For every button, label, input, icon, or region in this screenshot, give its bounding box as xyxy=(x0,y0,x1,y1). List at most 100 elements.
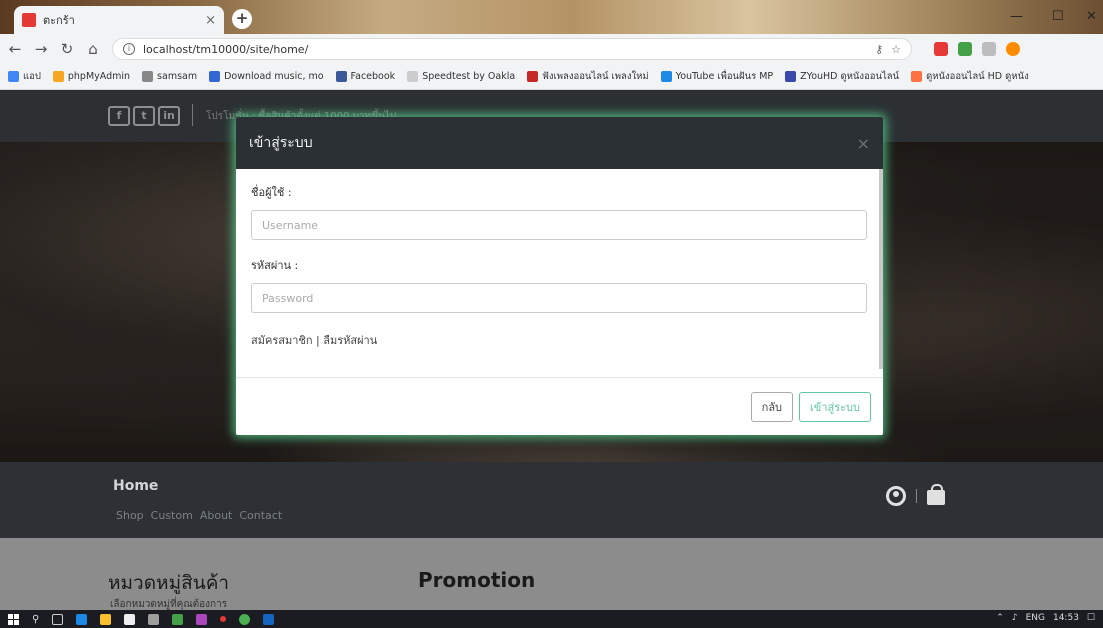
bookmark-label: samsam xyxy=(157,71,198,82)
bookmark-item[interactable]: Download music, mo xyxy=(209,71,324,82)
mail-icon[interactable] xyxy=(148,613,160,625)
bookmark-item[interactable]: Facebook xyxy=(335,71,396,82)
modal-title: เข้าสู่ระบบ xyxy=(249,135,313,151)
app-indicator-icon[interactable] xyxy=(220,616,227,622)
clock[interactable]: 14:53 xyxy=(1053,613,1079,623)
address-url: localhost/tm10000/site/home/ xyxy=(143,42,309,56)
new-tab-button[interactable]: + xyxy=(232,9,252,29)
reload-icon[interactable]: ↻ xyxy=(60,40,74,58)
password-input[interactable] xyxy=(251,283,867,313)
browser-tab[interactable]: ตะกร้า × xyxy=(14,6,224,34)
nav-icons xyxy=(886,484,945,506)
tab-close-icon[interactable]: × xyxy=(205,13,216,28)
category-title: หมวดหมู่สินค้า xyxy=(108,572,230,594)
bookmark-favicon-icon xyxy=(407,71,419,82)
back-arrow-icon[interactable]: ← xyxy=(8,40,22,58)
bookmark-favicon-icon xyxy=(52,71,64,82)
nav-about-link[interactable]: About xyxy=(200,509,233,522)
account-links: สมัครสมาชิก | ลืมรหัสผ่าน xyxy=(251,331,868,349)
maximize-icon[interactable]: ☐ xyxy=(1052,9,1064,24)
bookmark-label: ฟังเพลงออนไลน์ เพลงใหม่ xyxy=(542,71,649,82)
bookmark-favicon-icon xyxy=(335,71,347,82)
star-icon[interactable]: ☆ xyxy=(891,43,901,56)
bookmark-label: แอป xyxy=(23,71,41,82)
minimize-icon[interactable]: — xyxy=(1010,9,1023,24)
modal-body: ชื่อผู้ใช้ : รหัสผ่าน : สมัครสมาชิก | ลื… xyxy=(236,169,883,349)
user-account-icon[interactable] xyxy=(886,486,906,506)
login-button[interactable]: เข้าสู่ระบบ xyxy=(799,391,871,422)
tab-title: ตะกร้า xyxy=(43,14,75,27)
register-link[interactable]: สมัครสมาชิก xyxy=(251,334,313,347)
notification-icon[interactable]: ☐ xyxy=(1087,613,1095,623)
forward-arrow-icon[interactable]: → xyxy=(34,40,48,58)
language-indicator[interactable]: ENG xyxy=(1026,613,1045,623)
social-links: f t in xyxy=(108,106,180,126)
password-label: รหัสผ่าน : xyxy=(251,259,299,272)
modal-scrollbar[interactable] xyxy=(879,169,883,369)
extension-red-icon[interactable] xyxy=(934,42,948,56)
bookmark-label: Facebook xyxy=(350,71,396,82)
bookmark-item[interactable]: samsam xyxy=(142,71,197,82)
nav-links: Shop Custom About Contact xyxy=(116,509,282,522)
bookmark-item[interactable]: ZYouHD ดูหนังออนไลน์ xyxy=(785,69,899,84)
bookmarks-bar: แอป phpMyAdmin samsam Download music, mo Fac… xyxy=(0,64,1103,90)
info-icon[interactable]: i xyxy=(123,43,135,55)
modal-close-icon[interactable]: × xyxy=(857,134,870,153)
windows-taskbar: ⚲ ⌃ ♪ ENG 14:53 ☐ xyxy=(0,610,1103,628)
bookmark-item[interactable]: Speedtest by Oakla xyxy=(407,71,515,82)
bookmark-item[interactable]: ฟังเพลงออนไลน์ เพลงใหม่ xyxy=(527,69,649,84)
bookmark-favicon-icon xyxy=(8,71,19,82)
address-bar[interactable]: i localhost/tm10000/site/home/ ⚷ ☆ xyxy=(112,38,912,60)
facebook-icon[interactable]: f xyxy=(108,106,130,126)
nav-custom-link[interactable]: Custom xyxy=(151,509,193,522)
bookmark-label: ZYouHD ดูหนังออนไลน์ xyxy=(800,71,900,82)
topbar-divider xyxy=(192,104,193,126)
task-view-icon[interactable] xyxy=(52,613,64,625)
extensions xyxy=(934,42,1020,56)
bookmark-item[interactable]: YouTube เพื่อนฝันร MP xyxy=(660,69,773,84)
search-icon[interactable]: ⚲ xyxy=(32,614,39,625)
username-label: ชื่อผู้ใช้ : xyxy=(251,186,292,199)
file-explorer-icon[interactable] xyxy=(100,613,112,625)
linkedin-icon[interactable]: in xyxy=(158,106,180,126)
twitter-icon[interactable]: t xyxy=(133,106,155,126)
word-icon[interactable] xyxy=(263,613,275,625)
extension-grey-icon[interactable] xyxy=(982,42,996,56)
spreadsheet-app-icon[interactable] xyxy=(172,613,184,625)
nav-shop-link[interactable]: Shop xyxy=(116,509,144,522)
nav-icon-separator xyxy=(916,489,917,503)
bookmark-label: Download music, mo xyxy=(224,71,324,82)
forgot-password-link[interactable]: ลืมรหัสผ่าน xyxy=(323,334,377,347)
edge-browser-icon[interactable] xyxy=(76,613,88,625)
bookmark-label: Speedtest by Oakla xyxy=(422,71,516,82)
bookmark-favicon-icon xyxy=(911,71,923,82)
site-favicon-icon xyxy=(22,13,36,27)
bookmark-favicon-icon xyxy=(785,71,797,82)
system-tray: ⌃ ♪ ENG 14:53 ☐ xyxy=(996,613,1095,623)
nav-home-link[interactable]: Home xyxy=(113,478,158,494)
nav-contact-link[interactable]: Contact xyxy=(239,509,282,522)
network-icon[interactable]: ⌃ xyxy=(996,613,1004,623)
bookmark-item[interactable]: แอป xyxy=(8,69,41,84)
modal-footer: กลับ เข้าสู่ระบบ xyxy=(236,377,883,435)
close-window-icon[interactable]: ✕ xyxy=(1086,9,1097,24)
bookmark-item[interactable]: ดูหนังออนไลน์ HD ดูหนัง xyxy=(911,69,1029,84)
windows-start-icon[interactable] xyxy=(8,613,19,625)
bookmark-favicon-icon xyxy=(660,71,672,82)
bookmark-item[interactable]: phpMyAdmin xyxy=(52,71,130,82)
shopping-bag-icon[interactable] xyxy=(927,484,945,505)
profile-icon[interactable] xyxy=(1006,42,1020,56)
store-icon[interactable] xyxy=(124,613,136,625)
chrome-icon[interactable] xyxy=(239,613,251,625)
bookmark-favicon-icon xyxy=(142,71,154,82)
volume-icon[interactable]: ♪ xyxy=(1012,613,1018,623)
media-app-icon[interactable] xyxy=(196,613,208,625)
extension-green-icon[interactable] xyxy=(958,42,972,56)
key-icon[interactable]: ⚷ xyxy=(875,43,883,56)
browser-titlebar: ตะกร้า × + — ☐ ✕ xyxy=(0,0,1103,34)
username-input[interactable] xyxy=(251,210,867,240)
bookmark-label: ดูหนังออนไลน์ HD ดูหนัง xyxy=(926,71,1029,82)
content-section: หมวดหมู่สินค้า เลือกหมวดหมู่ที่คุณต้องกา… xyxy=(0,538,1103,610)
home-icon[interactable]: ⌂ xyxy=(86,40,100,58)
back-button[interactable]: กลับ xyxy=(750,391,794,422)
